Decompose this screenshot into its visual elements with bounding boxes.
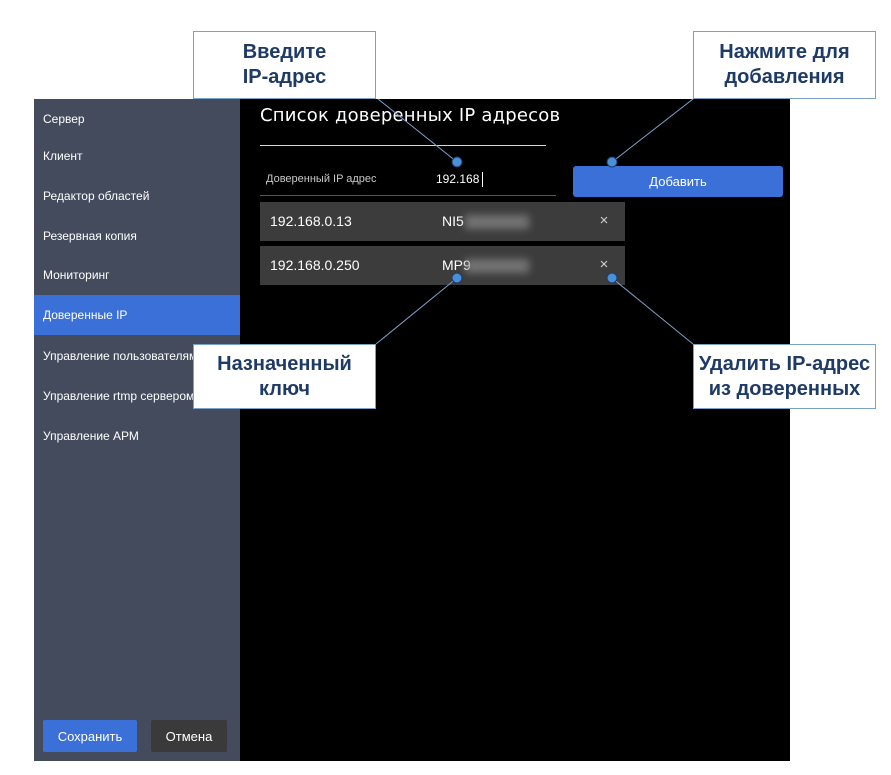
callout-enter-ip: Введите IP-адрес — [193, 31, 376, 99]
redacted-key-blur — [465, 259, 529, 273]
callout-enter-ip-text: Введите IP-адрес — [242, 41, 327, 88]
callout-remove-ip: Удалить IP-адрес из доверенных — [693, 344, 876, 409]
callout-assigned-key-text: Назначенный ключ — [217, 352, 352, 400]
callout-remove-ip-text: Удалить IP-адрес из доверенных — [698, 352, 871, 400]
ip-address-input[interactable] — [436, 169, 556, 189]
trusted-ip-row: 192.168.0.13 NI5 × — [260, 202, 625, 241]
title-divider — [260, 145, 546, 146]
settings-window: Сервер Клиент Редактор областей Резервна… — [34, 99, 790, 761]
sidebar: Сервер Клиент Редактор областей Резервна… — [34, 99, 240, 761]
save-button[interactable]: Сохранить — [43, 720, 137, 752]
main-panel: Список доверенных IP адресов Доверенный … — [240, 99, 790, 761]
sidebar-item-client[interactable]: Клиент — [34, 136, 240, 176]
cancel-button[interactable]: Отмена — [151, 720, 227, 752]
input-underline — [260, 195, 556, 196]
callout-assigned-key: Назначенный ключ — [193, 344, 376, 409]
sidebar-item-monitoring[interactable]: Мониторинг — [34, 255, 240, 295]
callout-press-add: Нажмите для добавления — [693, 31, 876, 99]
ip-field-label: Доверенный IP адрес — [266, 173, 377, 185]
sidebar-item-server[interactable]: Сервер — [34, 99, 240, 139]
trusted-ip-row: 192.168.0.250 MP9 × — [260, 246, 625, 285]
row-ip-address: 192.168.0.250 — [270, 257, 360, 273]
text-caret — [482, 172, 483, 187]
add-button[interactable]: Добавить — [573, 166, 783, 197]
sidebar-item-area-editor[interactable]: Редактор областей — [34, 176, 240, 216]
row-ip-address: 192.168.0.13 — [270, 213, 352, 229]
sidebar-item-backup[interactable]: Резервная копия — [34, 216, 240, 256]
remove-icon[interactable]: × — [594, 254, 614, 276]
row-assigned-key: NI5 — [442, 213, 464, 229]
redacted-key-blur — [465, 215, 529, 229]
sidebar-item-arm-management[interactable]: Управление АРМ — [34, 416, 240, 456]
sidebar-item-trusted-ip[interactable]: Доверенные IP — [34, 295, 240, 335]
callout-press-add-text: Нажмите для добавления — [719, 41, 850, 88]
page-title: Список доверенных IP адресов — [260, 105, 561, 126]
remove-icon[interactable]: × — [594, 210, 614, 232]
